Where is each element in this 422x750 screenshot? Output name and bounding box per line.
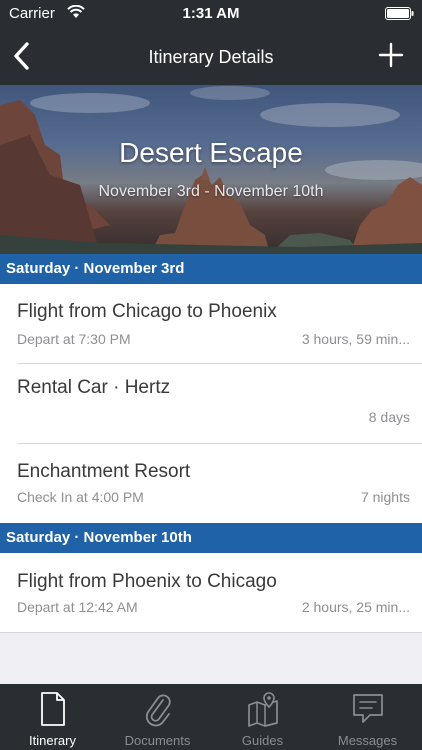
navigation-bar: Itinerary Details: [0, 28, 422, 85]
tab-guides[interactable]: Guides: [210, 684, 315, 750]
item-title: Enchantment Resort: [17, 461, 191, 482]
message-icon: [353, 694, 383, 723]
paperclip-icon: [145, 694, 171, 727]
hero-banner: Desert Escape November 3rd - November 10…: [0, 85, 422, 254]
item-meta: 3 hours, 59 min...: [301, 331, 410, 347]
add-icon[interactable]: [378, 42, 404, 68]
battery-icon: [385, 7, 414, 20]
item-title: Flight from Phoenix to Chicago: [17, 571, 277, 592]
list-item[interactable]: Enchantment Resort Check In at 4:00 PM 7…: [0, 444, 422, 523]
item-detail: Check In at 4:00 PM: [17, 489, 144, 505]
item-title: Flight from Chicago to Phoenix: [17, 301, 277, 322]
item-detail: Depart at 12:42 AM: [17, 599, 138, 615]
status-bar: Carrier 1:31 AM: [0, 0, 422, 28]
tab-label: Itinerary: [29, 733, 76, 748]
status-time: 1:31 AM: [182, 5, 240, 22]
item-meta: 7 nights: [360, 489, 410, 505]
item-meta: 2 hours, 25 min...: [301, 599, 410, 615]
tab-messages[interactable]: Messages: [315, 684, 420, 750]
list-item[interactable]: Flight from Phoenix to Chicago Depart at…: [0, 553, 422, 633]
item-detail: Depart at 7:30 PM: [17, 331, 131, 347]
divider: [0, 632, 422, 633]
document-icon: [41, 692, 65, 726]
map-icon: [248, 692, 278, 727]
trip-title: Desert Escape: [119, 137, 303, 168]
item-meta: 8 days: [368, 409, 410, 425]
trip-dates: November 3rd - November 10th: [98, 183, 324, 200]
tab-documents[interactable]: Documents: [105, 684, 210, 750]
tab-itinerary[interactable]: Itinerary: [0, 684, 105, 750]
tab-label: Documents: [124, 733, 191, 748]
section-header: Saturday · November 3rd: [0, 254, 422, 284]
desert-landscape-image: [0, 85, 422, 254]
tab-label: Messages: [337, 733, 398, 748]
item-title: Rental Car · Hertz: [17, 377, 171, 398]
list-item[interactable]: Rental Car · Hertz 8 days: [0, 364, 422, 444]
list-item[interactable]: Flight from Chicago to Phoenix Depart at…: [0, 284, 422, 364]
section-header: Saturday · November 10th: [0, 523, 422, 553]
tab-bar: Itinerary Documents Guides Messages: [0, 684, 422, 750]
page-title: Itinerary Details: [148, 47, 274, 67]
tab-label: Guides: [241, 733, 284, 748]
